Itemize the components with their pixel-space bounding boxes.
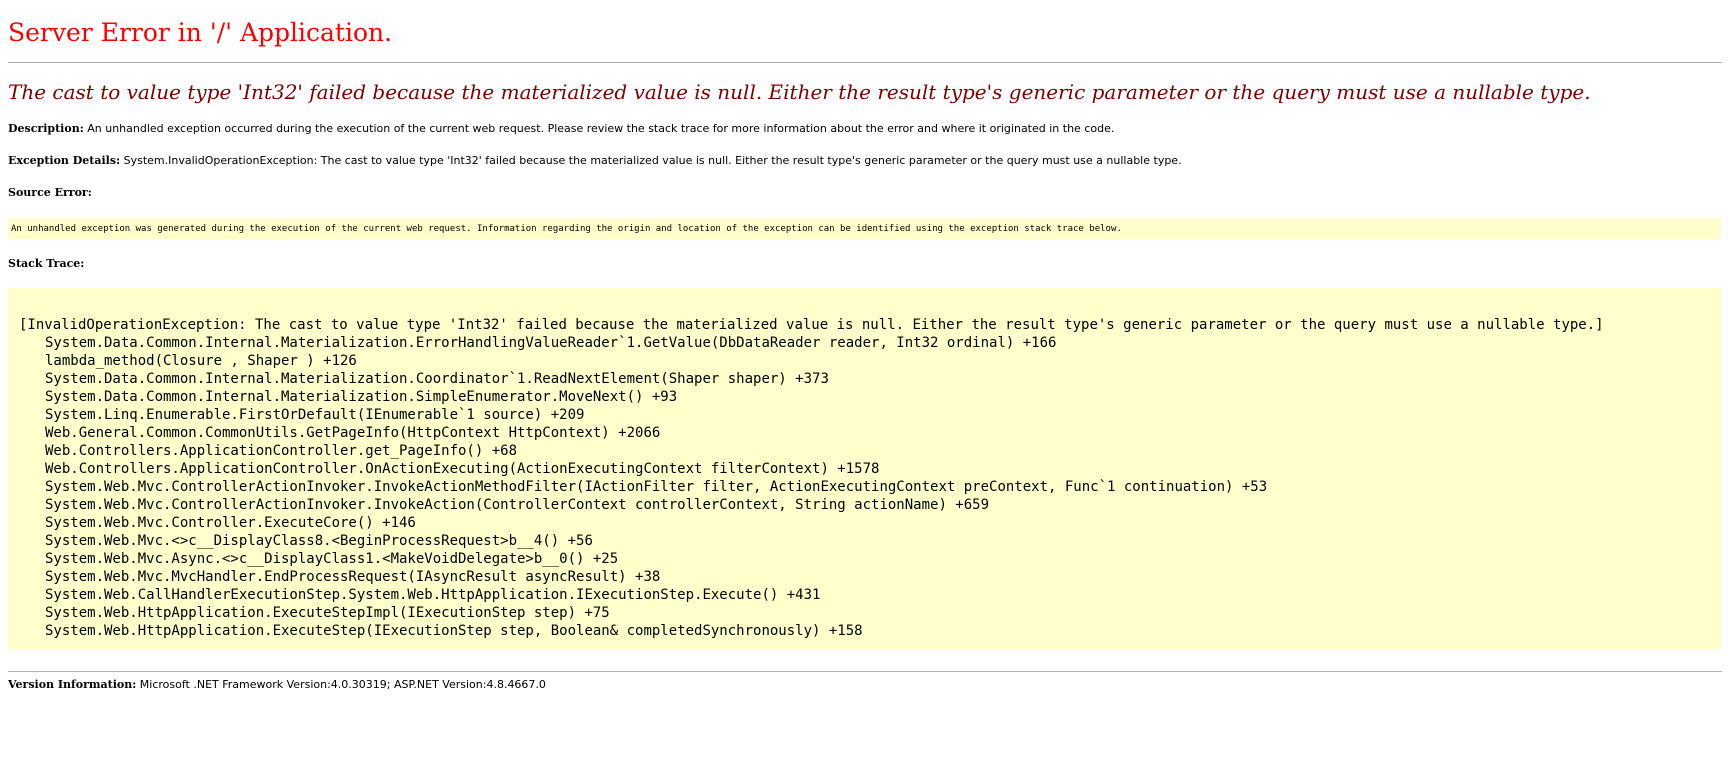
bottom-divider [8, 671, 1722, 672]
source-error-label: Source Error: [8, 186, 92, 199]
source-error-box: An unhandled exception was generated dur… [8, 218, 1721, 239]
stack-trace-head: [InvalidOperationException: The cast to … [19, 317, 1604, 333]
stack-trace-label: Stack Trace: [8, 257, 85, 270]
description-label: Description: [8, 122, 84, 135]
stack-trace-list: System.Data.Common.Internal.Materializat… [45, 334, 1267, 640]
version-information-label: Version Information: [8, 678, 137, 691]
exception-details-line: Exception Details: System.InvalidOperati… [8, 153, 1182, 169]
stack-trace-frame: Web.General.Common.CommonUtils.GetPageIn… [45, 425, 661, 441]
error-message: The cast to value type 'Int32' failed be… [8, 80, 1591, 104]
error-page: Server Error in '/' Application. The cas… [0, 0, 1728, 768]
stack-trace-frame: System.Web.Mvc.Async.<>c__DisplayClass1.… [45, 551, 619, 567]
exception-details-text: System.InvalidOperationException: The ca… [123, 154, 1182, 167]
exception-details-label: Exception Details: [8, 154, 121, 167]
stack-trace-frame: System.Linq.Enumerable.FirstOrDefault(IE… [45, 407, 585, 423]
description-line: Description: An unhandled exception occu… [8, 121, 1114, 137]
version-information-text: Microsoft .NET Framework Version:4.0.303… [139, 678, 546, 691]
stack-trace-frame: Web.Controllers.ApplicationController.On… [45, 461, 880, 477]
description-text: An unhandled exception occurred during t… [87, 122, 1115, 135]
stack-trace-frame: System.Data.Common.Internal.Materializat… [45, 371, 829, 387]
stack-trace-frame: System.Data.Common.Internal.Materializat… [45, 335, 1057, 351]
stack-trace-frame: System.Data.Common.Internal.Materializat… [45, 389, 678, 405]
source-error-line: Source Error: [8, 185, 92, 201]
stack-trace-frame: System.Web.Mvc.MvcHandler.EndProcessRequ… [45, 569, 661, 585]
stack-trace-frame: System.Web.Mvc.ControllerActionInvoker.I… [45, 479, 1268, 495]
stack-trace-frame: Web.Controllers.ApplicationController.ge… [45, 443, 518, 459]
stack-trace-frame: System.Web.HttpApplication.ExecuteStepIm… [45, 605, 610, 621]
stack-trace-line: Stack Trace: [8, 256, 84, 272]
source-error-text: An unhandled exception was generated dur… [11, 224, 1122, 234]
stack-trace-frame: System.Web.CallHandlerExecutionStep.Syst… [45, 587, 821, 603]
stack-trace-frame: lambda_method(Closure , Shaper ) +126 [45, 353, 357, 369]
stack-trace-frame: System.Web.Mvc.<>c__DisplayClass8.<Begin… [45, 533, 593, 549]
stack-trace-frame: System.Web.HttpApplication.ExecuteStep(I… [45, 623, 863, 639]
stack-trace-box: [InvalidOperationException: The cast to … [8, 288, 1721, 649]
stack-trace-frame: System.Web.Mvc.ControllerActionInvoker.I… [45, 497, 990, 513]
stack-trace-frame: System.Web.Mvc.Controller.ExecuteCore() … [45, 515, 416, 531]
page-title: Server Error in '/' Application. [8, 18, 393, 47]
top-divider [8, 62, 1722, 63]
version-information-line: Version Information: Microsoft .NET Fram… [8, 677, 546, 693]
